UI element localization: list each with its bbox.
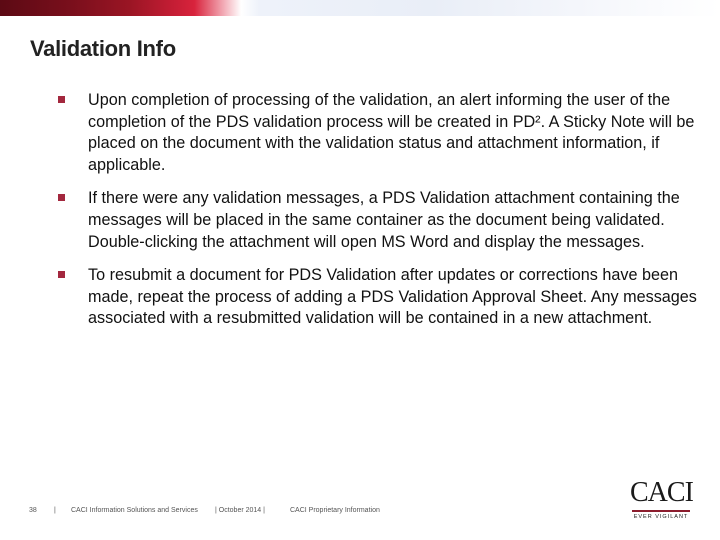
bullet-item: To resubmit a document for PDS Validatio… <box>58 265 698 330</box>
footer-separator: | <box>54 507 56 514</box>
bullet-text: If there were any validation messages, a… <box>88 189 680 251</box>
footer-date: | October 2014 | <box>215 507 265 514</box>
slide-title: Validation Info <box>30 36 176 61</box>
bullet-item: If there were any validation messages, a… <box>58 188 698 253</box>
logo-wordmark: CACI <box>630 477 694 508</box>
square-bullet-icon <box>58 271 65 279</box>
square-bullet-icon <box>58 96 65 103</box>
page-number: 38 <box>29 507 37 514</box>
header-gradient-band <box>0 0 720 16</box>
caci-logo: CACI EVER VIGILANT <box>630 477 694 524</box>
bullet-list: Upon completion of processing of the val… <box>58 90 698 342</box>
bullet-item: Upon completion of processing of the val… <box>58 90 698 176</box>
bullet-text: To resubmit a document for PDS Validatio… <box>88 266 697 328</box>
logo-rule <box>632 510 690 512</box>
bullet-text: Upon completion of processing of the val… <box>88 91 695 174</box>
footer-company: CACI Information Solutions and Services <box>71 507 198 514</box>
logo-tagline: EVER VIGILANT <box>633 514 689 520</box>
square-bullet-icon <box>58 194 65 202</box>
footer-classification: CACI Proprietary Information <box>290 507 380 514</box>
footer: 38 | CACI Information Solutions and Serv… <box>0 507 720 519</box>
